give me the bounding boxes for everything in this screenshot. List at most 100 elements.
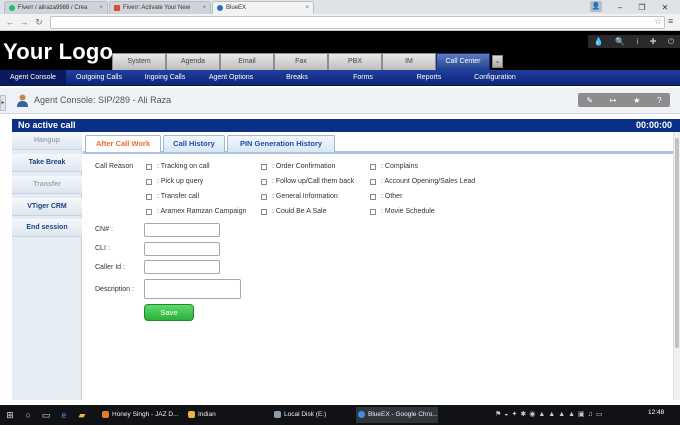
app-header: Your Logo System Agenda Email Fax PBX IM…: [0, 31, 680, 70]
fiverr-icon: [9, 5, 15, 11]
drive-icon: [274, 410, 281, 418]
reason-label: : Other: [381, 193, 403, 200]
edit-icon[interactable]: ✎: [586, 96, 593, 105]
nav-outgoing-calls[interactable]: Outgoing Calls: [66, 70, 132, 86]
reason-label: : Could Be A Sale: [272, 208, 327, 215]
caller-id-input[interactable]: [144, 260, 220, 274]
back-icon[interactable]: ←: [4, 16, 16, 28]
folder-icon[interactable]: ▰: [76, 409, 88, 421]
transfer-button[interactable]: Transfer: [12, 176, 82, 194]
windows-start-icon[interactable]: ⊞: [4, 409, 16, 421]
reason-checkbox[interactable]: [146, 179, 152, 185]
reason-label: : Follow up/Call them back: [272, 178, 355, 185]
nav-agent-console[interactable]: Agent Console: [0, 70, 66, 86]
reason-checkbox[interactable]: [370, 194, 376, 200]
search-icon[interactable]: ○: [22, 409, 34, 421]
edge-icon[interactable]: e: [58, 409, 70, 421]
user-profile-icon[interactable]: 👤: [590, 1, 602, 12]
reason-label: : Order Confirmation: [272, 163, 336, 170]
reason-label: : Complains: [381, 163, 418, 170]
help-icon[interactable]: ?: [657, 96, 661, 105]
reason-label: : Tracking on call: [157, 163, 210, 170]
end-session-button[interactable]: End session: [12, 219, 82, 237]
tab-pin-generation-history[interactable]: PIN Generation History: [227, 135, 335, 152]
bookmark-star-icon[interactable]: ☆: [654, 16, 662, 27]
nav-forms[interactable]: Forms: [330, 70, 396, 86]
system-tray-icons[interactable]: ⚑◒✦✱◉▲▲▲▲▣♫▭: [495, 410, 606, 418]
logout-icon[interactable]: ↦: [610, 96, 617, 105]
reason-checkbox[interactable]: [370, 179, 376, 185]
puzzle-icon[interactable]: ✚: [650, 37, 657, 46]
power-icon[interactable]: ⏻: [668, 37, 674, 47]
hangup-button[interactable]: Hangup: [12, 132, 82, 150]
browser-tab-gmail[interactable]: Fiverr: Activate Your New ×: [109, 1, 211, 14]
bluex-icon: [217, 5, 223, 11]
address-bar: ← → ↻ ☆ ≡: [0, 14, 680, 31]
chevron-down-icon[interactable]: ⌄: [492, 55, 503, 68]
close-window-icon[interactable]: ✕: [655, 0, 675, 14]
scrollbar-thumb[interactable]: [675, 138, 679, 348]
tab-pbx[interactable]: PBX: [328, 53, 382, 70]
tab-call-history[interactable]: Call History: [163, 135, 225, 152]
taskbar-item-label: Local Disk (E:): [284, 411, 327, 418]
taskbar-item[interactable]: BlueEX - Google Chro...: [356, 407, 438, 423]
nav-configuration[interactable]: Configuration: [462, 70, 528, 86]
browser-tab-fiverr[interactable]: Fiverr / aliraza9988 / Crea ×: [4, 1, 108, 14]
taskbar-item[interactable]: Local Disk (E:): [272, 407, 354, 423]
tab-fax[interactable]: Fax: [274, 53, 328, 70]
gmail-icon: [114, 5, 120, 11]
close-icon[interactable]: ×: [96, 5, 103, 11]
windows-taskbar: ⊞ ○ ▭ e ▰ Honey Singh - JAZ D... Indian …: [0, 405, 680, 425]
forward-icon[interactable]: →: [18, 16, 30, 28]
tab-after-call-work[interactable]: After Call Work: [85, 135, 161, 152]
vtiger-crm-button[interactable]: VTiger CRM: [12, 198, 82, 216]
tab-system[interactable]: System: [112, 53, 166, 70]
nav-ingoing-calls[interactable]: Ingoing Calls: [132, 70, 198, 86]
tab-im[interactable]: IM: [382, 53, 436, 70]
reason-checkbox[interactable]: [146, 194, 152, 200]
reload-icon[interactable]: ↻: [33, 16, 45, 28]
browser-tab-bluex[interactable]: BlueEX ×: [212, 1, 314, 14]
reason-checkbox[interactable]: [261, 194, 267, 200]
close-icon[interactable]: ×: [302, 5, 309, 11]
star-icon[interactable]: ★: [633, 96, 640, 105]
info-icon[interactable]: i: [637, 37, 639, 46]
reason-checkbox[interactable]: [146, 164, 152, 170]
cli-input[interactable]: [144, 242, 220, 256]
task-view-icon[interactable]: ▭: [40, 409, 52, 421]
nav-agent-options[interactable]: Agent Options: [198, 70, 264, 86]
reason-checkbox[interactable]: [370, 209, 376, 215]
reason-checkbox[interactable]: [146, 209, 152, 215]
tab-email[interactable]: Email: [220, 53, 274, 70]
taskbar-item[interactable]: Indian: [186, 407, 268, 423]
tab-call-center[interactable]: Call Center: [436, 53, 490, 70]
save-button[interactable]: Save: [144, 304, 194, 321]
reason-checkbox[interactable]: [261, 164, 267, 170]
search-icon[interactable]: 🔍: [615, 37, 625, 46]
chrome-icon: [358, 410, 365, 418]
call-status-bar: No active call 00:00:00: [12, 119, 680, 132]
cn-input[interactable]: [144, 223, 220, 237]
reason-checkbox[interactable]: [370, 164, 376, 170]
app-logo: Your Logo: [3, 39, 114, 64]
cli-label: CLI :: [95, 245, 110, 252]
close-icon[interactable]: ×: [199, 5, 206, 11]
vertical-scrollbar[interactable]: [673, 132, 680, 400]
drop-icon[interactable]: 💧: [594, 37, 604, 46]
restore-icon[interactable]: ❐: [632, 0, 652, 14]
chrome-menu-icon[interactable]: ≡: [668, 16, 673, 26]
taskbar-item[interactable]: Honey Singh - JAZ D...: [100, 407, 182, 423]
reason-label: : Pick up query: [157, 178, 204, 185]
nav-breaks[interactable]: Breaks: [264, 70, 330, 86]
panel-collapse-handle[interactable]: ▸: [0, 95, 6, 111]
url-input[interactable]: ☆: [50, 16, 665, 29]
minimize-icon[interactable]: –: [610, 0, 630, 14]
nav-reports[interactable]: Reports: [396, 70, 462, 86]
tab-agenda[interactable]: Agenda: [166, 53, 220, 70]
reason-checkbox[interactable]: [261, 209, 267, 215]
reason-label: : Account Opening/Sales Lead: [381, 178, 476, 185]
reason-checkbox[interactable]: [261, 179, 267, 185]
description-textarea[interactable]: [144, 279, 241, 299]
reason-label: : Transfer call: [157, 193, 200, 200]
take-break-button[interactable]: Take Break: [12, 154, 82, 172]
